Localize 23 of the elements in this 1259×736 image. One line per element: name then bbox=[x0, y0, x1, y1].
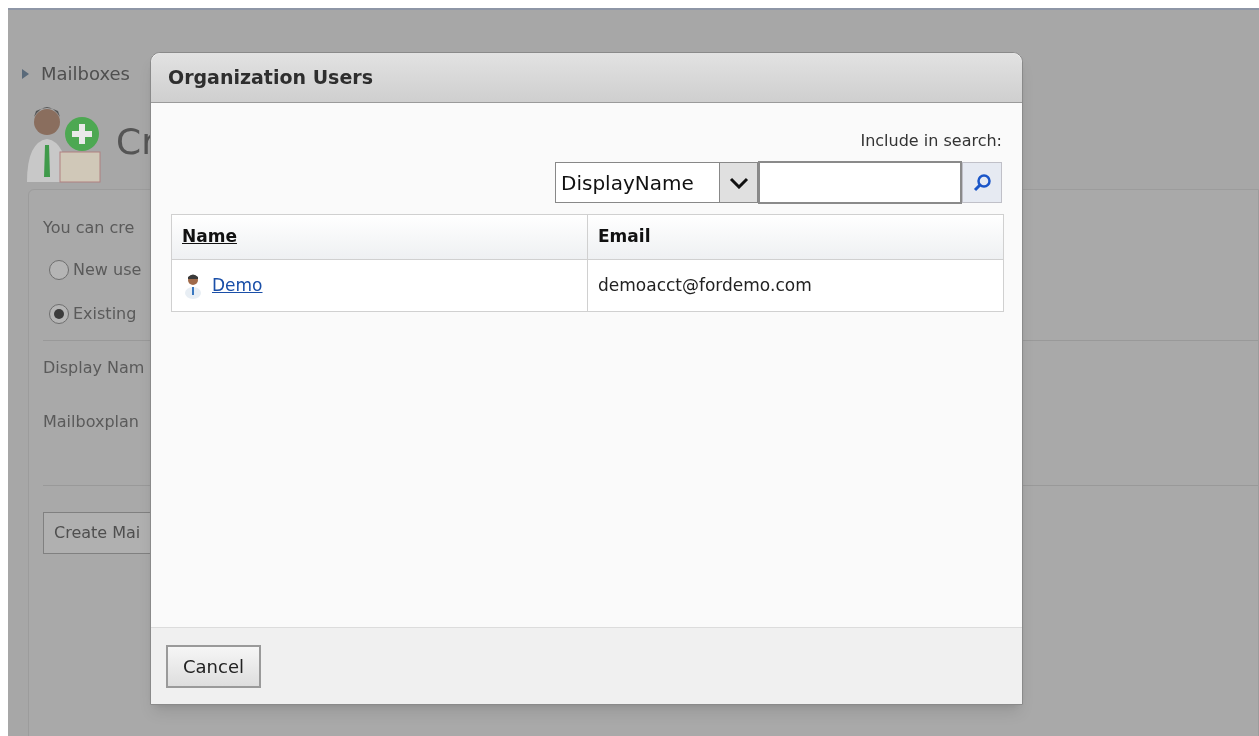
search-label: Include in search: bbox=[860, 130, 1002, 152]
dialog-title: Organization Users bbox=[168, 65, 373, 91]
user-name-link[interactable]: Demo bbox=[212, 272, 263, 299]
column-header: Email bbox=[587, 214, 1004, 260]
search-field-dropdown[interactable]: DisplayName bbox=[555, 162, 758, 203]
chevron-down-icon bbox=[728, 176, 749, 189]
column-header[interactable]: Name bbox=[171, 214, 588, 260]
create-mailbox-button[interactable]: Create Mai bbox=[43, 512, 152, 554]
intro-text: You can cre bbox=[43, 218, 135, 237]
search-button[interactable] bbox=[962, 162, 1002, 203]
user-icon bbox=[184, 272, 202, 299]
radio-label: New use bbox=[73, 259, 142, 281]
radio-button[interactable] bbox=[49, 260, 69, 280]
cancel-button[interactable]: Cancel bbox=[166, 644, 261, 688]
field-label: Display Nam bbox=[43, 357, 145, 379]
search-input[interactable] bbox=[758, 161, 962, 204]
field-label: Mailboxplan bbox=[43, 411, 139, 433]
radio-button[interactable] bbox=[49, 304, 69, 324]
email-cell: demoacct@fordemo.com bbox=[587, 259, 1004, 312]
breadcrumb-link[interactable]: Mailboxes bbox=[41, 60, 130, 87]
caret-icon bbox=[22, 68, 29, 79]
search-icon bbox=[972, 172, 992, 193]
radio-label: Existing bbox=[73, 303, 137, 325]
